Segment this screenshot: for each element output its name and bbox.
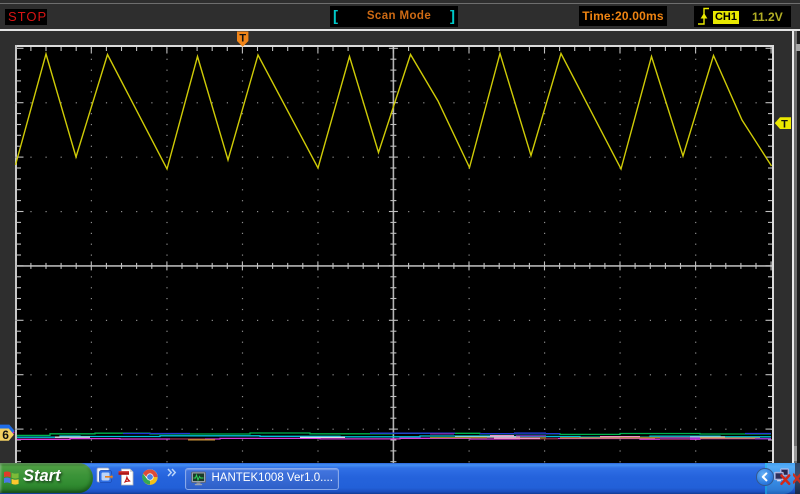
svg-text:6: 6 [2,428,9,442]
svg-text:T: T [239,33,246,45]
svg-text:T: T [781,118,788,130]
